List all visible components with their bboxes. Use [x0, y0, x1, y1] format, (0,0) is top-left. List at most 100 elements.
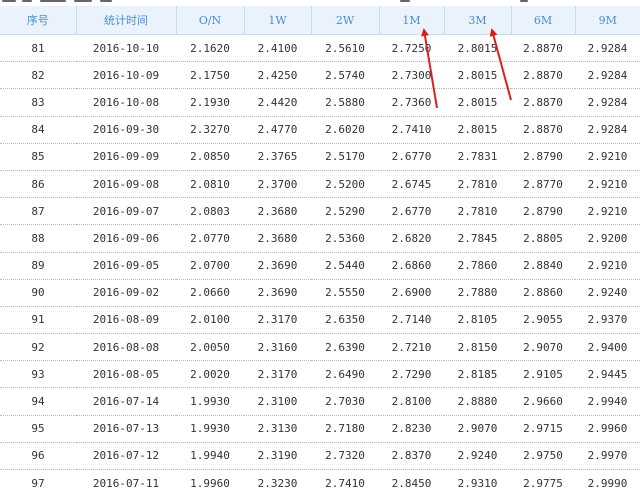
- header-col-date[interactable]: 统计时间: [76, 6, 177, 35]
- cell-col-6m: 2.8840: [511, 252, 575, 280]
- table-row: 84 2016-09-30 2.3270 2.4770 2.6020 2.7410 2.80…: [0, 116, 640, 144]
- header-col-on[interactable]: O/N: [176, 6, 245, 35]
- cell-col-3m: 2.9310: [444, 469, 511, 492]
- cell-col-2w: 2.6390: [311, 333, 379, 362]
- cell-col-6m: 2.8870: [511, 34, 575, 63]
- cell-col-on: 2.0770: [176, 224, 244, 253]
- cell-col-index: 92: [0, 333, 76, 362]
- table-row: 88 2016-09-06 2.0770 2.3680 2.5360 2.6820 2.78…: [0, 224, 640, 253]
- header-col-index[interactable]: 序号: [0, 6, 77, 35]
- table-row: 91 2016-08-09 2.0100 2.3170 2.6350 2.7140 2.81…: [0, 306, 640, 335]
- cell-col-6m: 2.8860: [511, 279, 575, 307]
- cell-col-3m: 2.8150: [444, 333, 511, 362]
- cell-col-1w: 2.4250: [244, 61, 311, 90]
- table-row: 85 2016-09-09 2.0850 2.3765 2.5170 2.6770 2.78…: [0, 143, 640, 171]
- cell-col-9m: 2.9210: [575, 252, 640, 280]
- cell-col-2w: 2.5170: [311, 143, 379, 171]
- cell-col-6m: 2.8770: [511, 170, 575, 199]
- cell-col-date: 2016-09-08: [76, 170, 176, 199]
- cell-col-on: 1.9940: [176, 442, 244, 471]
- cell-col-6m: 2.9105: [511, 360, 575, 389]
- cell-col-date: 2016-09-30: [76, 116, 176, 144]
- cell-col-3m: 2.8105: [444, 306, 511, 335]
- header-col-3m[interactable]: 3M: [444, 6, 512, 35]
- cell-col-1w: 2.3170: [244, 306, 311, 335]
- cell-col-index: 86: [0, 170, 76, 199]
- cell-col-1m: 2.6770: [379, 143, 444, 171]
- header-col-6m[interactable]: 6M: [511, 6, 576, 35]
- cell-col-3m: 2.8015: [444, 116, 511, 144]
- cell-col-on: 2.0100: [176, 306, 244, 335]
- cell-col-on: 1.9960: [176, 469, 244, 492]
- header-col-1m[interactable]: 1M: [379, 6, 445, 35]
- cell-col-9m: 2.9284: [575, 61, 640, 90]
- cell-col-6m: 2.9070: [511, 333, 575, 362]
- cell-col-on: 2.0850: [176, 143, 244, 171]
- cell-col-2w: 2.6350: [311, 306, 379, 335]
- cell-col-2w: 2.7410: [311, 469, 379, 492]
- table-row: 93 2016-08-05 2.0020 2.3170 2.6490 2.7290 2.81…: [0, 360, 640, 389]
- cell-col-6m: 2.9775: [511, 469, 575, 492]
- cell-col-1m: 2.6900: [379, 279, 444, 307]
- cell-col-index: 81: [0, 34, 76, 63]
- cell-col-date: 2016-07-13: [76, 415, 176, 443]
- cell-col-6m: 2.8870: [511, 116, 575, 144]
- cell-col-1m: 2.8450: [379, 469, 444, 492]
- cell-col-date: 2016-09-02: [76, 279, 176, 307]
- cell-col-1m: 2.8370: [379, 442, 444, 471]
- cell-col-1w: 2.3765: [244, 143, 311, 171]
- cell-col-3m: 2.9070: [444, 415, 511, 443]
- cell-col-index: 83: [0, 88, 76, 117]
- cell-col-date: 2016-10-08: [76, 88, 176, 117]
- cell-col-1w: 2.3190: [244, 442, 311, 471]
- cell-col-date: 2016-09-06: [76, 224, 176, 253]
- cell-col-index: 94: [0, 387, 76, 416]
- cell-col-9m: 2.9960: [575, 415, 640, 443]
- cell-col-1m: 2.7300: [379, 61, 444, 90]
- cell-col-index: 90: [0, 279, 76, 307]
- cell-col-1m: 2.6745: [379, 170, 444, 199]
- cell-col-9m: 2.9240: [575, 279, 640, 307]
- header-col-1w[interactable]: 1W: [244, 6, 312, 35]
- cell-col-on: 2.1750: [176, 61, 244, 90]
- cell-col-date: 2016-07-11: [76, 469, 176, 492]
- cell-col-1m: 2.7290: [379, 360, 444, 389]
- cell-col-6m: 2.8790: [511, 143, 575, 171]
- table-row: 81 2016-10-10 2.1620 2.4100 2.5610 2.7250 2.80…: [0, 34, 640, 63]
- cell-col-1w: 2.3170: [244, 360, 311, 389]
- cell-col-1w: 2.4420: [244, 88, 311, 117]
- cell-col-6m: 2.8870: [511, 88, 575, 117]
- cell-col-2w: 2.7030: [311, 387, 379, 416]
- cell-col-date: 2016-09-07: [76, 197, 176, 226]
- cell-col-6m: 2.8790: [511, 197, 575, 226]
- cell-col-on: 2.0020: [176, 360, 244, 389]
- table-row: 97 2016-07-11 1.9960 2.3230 2.7410 2.8450 2.93…: [0, 469, 640, 492]
- cell-col-3m: 2.7860: [444, 252, 511, 280]
- cell-col-1m: 2.7250: [379, 34, 444, 63]
- cell-col-1w: 2.4770: [244, 116, 311, 144]
- cell-col-2w: 2.5610: [311, 34, 379, 63]
- table-row: 92 2016-08-08 2.0050 2.3160 2.6390 2.7210 2.81…: [0, 333, 640, 362]
- cell-col-1w: 2.3700: [244, 170, 311, 199]
- header-col-9m[interactable]: 9M: [575, 6, 640, 35]
- table-row: 94 2016-07-14 1.9930 2.3100 2.7030 2.8100 2.88…: [0, 387, 640, 416]
- cell-col-2w: 2.5740: [311, 61, 379, 90]
- header-col-2w[interactable]: 2W: [311, 6, 380, 35]
- cell-col-1m: 2.6860: [379, 252, 444, 280]
- cell-col-1w: 2.3680: [244, 197, 311, 226]
- cell-col-9m: 2.9210: [575, 197, 640, 226]
- cell-col-index: 89: [0, 252, 76, 280]
- cell-col-9m: 2.9210: [575, 170, 640, 199]
- cell-col-9m: 2.9990: [575, 469, 640, 492]
- cell-col-2w: 2.5550: [311, 279, 379, 307]
- screenshot-frame: 序号 统计时间 O/N 1W 2W 1M 3M 6M 9M 81 2016-10-10 2.1620…: [0, 0, 640, 492]
- cell-col-2w: 2.5290: [311, 197, 379, 226]
- cell-col-1w: 2.3690: [244, 279, 311, 307]
- cell-col-1w: 2.3100: [244, 387, 311, 416]
- cell-col-2w: 2.6020: [311, 116, 379, 144]
- cell-col-date: 2016-10-10: [76, 34, 176, 63]
- cell-col-3m: 2.8015: [444, 88, 511, 117]
- cell-col-3m: 2.7810: [444, 197, 511, 226]
- cell-col-date: 2016-08-08: [76, 333, 176, 362]
- cell-col-on: 2.0810: [176, 170, 244, 199]
